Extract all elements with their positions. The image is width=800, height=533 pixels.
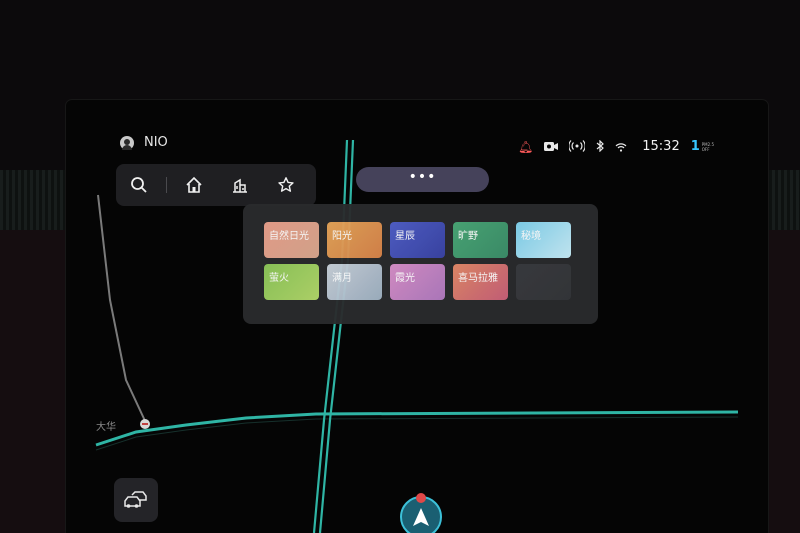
user-name: NIO (144, 135, 168, 150)
company-button[interactable] (217, 164, 263, 206)
cars-icon (124, 491, 147, 508)
theme-panel: 自然日光 阳光 星辰 旷野 秘境萤火 满月 霞光 喜马拉雅 (243, 204, 598, 324)
map-nav-bar (116, 164, 316, 206)
home-button[interactable] (171, 164, 217, 206)
favorites-button[interactable] (263, 164, 309, 206)
navigation-arrow-icon (413, 508, 429, 526)
nav-divider (166, 177, 167, 193)
home-icon (186, 176, 202, 193)
location-badge (416, 493, 426, 503)
right-trim (768, 230, 800, 533)
infotainment-screen: 大华 NIO 🔔︎ 15:32 1 PM2.5 OFF ••• 自然日光 阳光 … (66, 100, 768, 533)
bluetooth-icon[interactable] (596, 137, 605, 156)
left-vent (0, 170, 70, 230)
user-profile[interactable]: NIO (120, 135, 168, 150)
road-label: 大华 (96, 420, 116, 433)
theme-tile-label: 阳光 (332, 231, 352, 242)
right-vent (766, 170, 800, 230)
theme-tile-label: 星辰 (395, 231, 415, 242)
theme-tile[interactable]: 秘境 (516, 222, 571, 258)
theme-tile-label: 秘境 (521, 231, 541, 242)
wifi-icon[interactable] (615, 137, 627, 156)
air-quality-indicator[interactable]: 1 PM2.5 OFF (691, 139, 714, 154)
vehicle-view-button[interactable] (114, 478, 158, 522)
theme-tile[interactable]: 萤火 (264, 264, 319, 300)
favorite-icon (278, 177, 294, 192)
air-quality-status: OFF (701, 146, 710, 152)
theme-tile[interactable]: 自然日光 (264, 222, 319, 258)
company-icon (233, 178, 247, 193)
theme-tile[interactable]: 阳光 (327, 222, 382, 258)
theme-tile[interactable]: 旷野 (453, 222, 508, 258)
theme-tile[interactable]: 满月 (327, 264, 382, 300)
theme-tile-label: 自然日光 (269, 231, 309, 242)
more-options-pill[interactable]: ••• (356, 167, 489, 192)
theme-tile[interactable]: 星辰 (390, 222, 445, 258)
theme-tile[interactable]: 喜马拉雅 (453, 264, 508, 300)
bell-icon[interactable]: 🔔︎ (518, 140, 533, 154)
left-trim (0, 230, 68, 533)
user-avatar-icon (120, 135, 134, 150)
theme-tile-label: 萤火 (269, 273, 289, 284)
search-button[interactable] (116, 164, 162, 206)
theme-tile-label: 满月 (332, 273, 352, 284)
theme-tile-label: 喜马拉雅 (458, 273, 498, 284)
theme-tile[interactable]: 霞光 (390, 264, 445, 300)
search-icon (131, 177, 147, 193)
status-bar: 🔔︎ 15:32 1 PM2.5 OFF (518, 137, 714, 156)
more-dots-icon: ••• (408, 169, 437, 185)
air-quality-value: 1 (690, 139, 700, 154)
theme-tile-label: 旷野 (458, 231, 478, 242)
theme-tile-label: 霞光 (395, 273, 415, 284)
cellular-icon (568, 137, 587, 156)
camera-icon[interactable] (544, 137, 559, 156)
theme-tile[interactable] (516, 264, 571, 300)
clock: 15:32 (642, 139, 680, 154)
